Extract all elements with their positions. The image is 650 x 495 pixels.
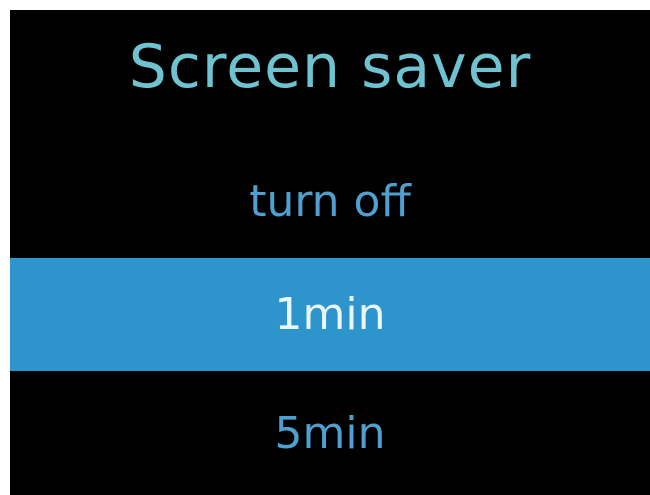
screen-saver-screen: Screen saver turn off 1min 5min bbox=[10, 10, 650, 495]
option-1min[interactable]: 1min bbox=[10, 258, 650, 371]
option-turn-off[interactable]: turn off bbox=[10, 145, 650, 258]
option-5min[interactable]: 5min bbox=[10, 377, 650, 490]
screen-saver-options: turn off 1min 5min bbox=[10, 10, 650, 495]
